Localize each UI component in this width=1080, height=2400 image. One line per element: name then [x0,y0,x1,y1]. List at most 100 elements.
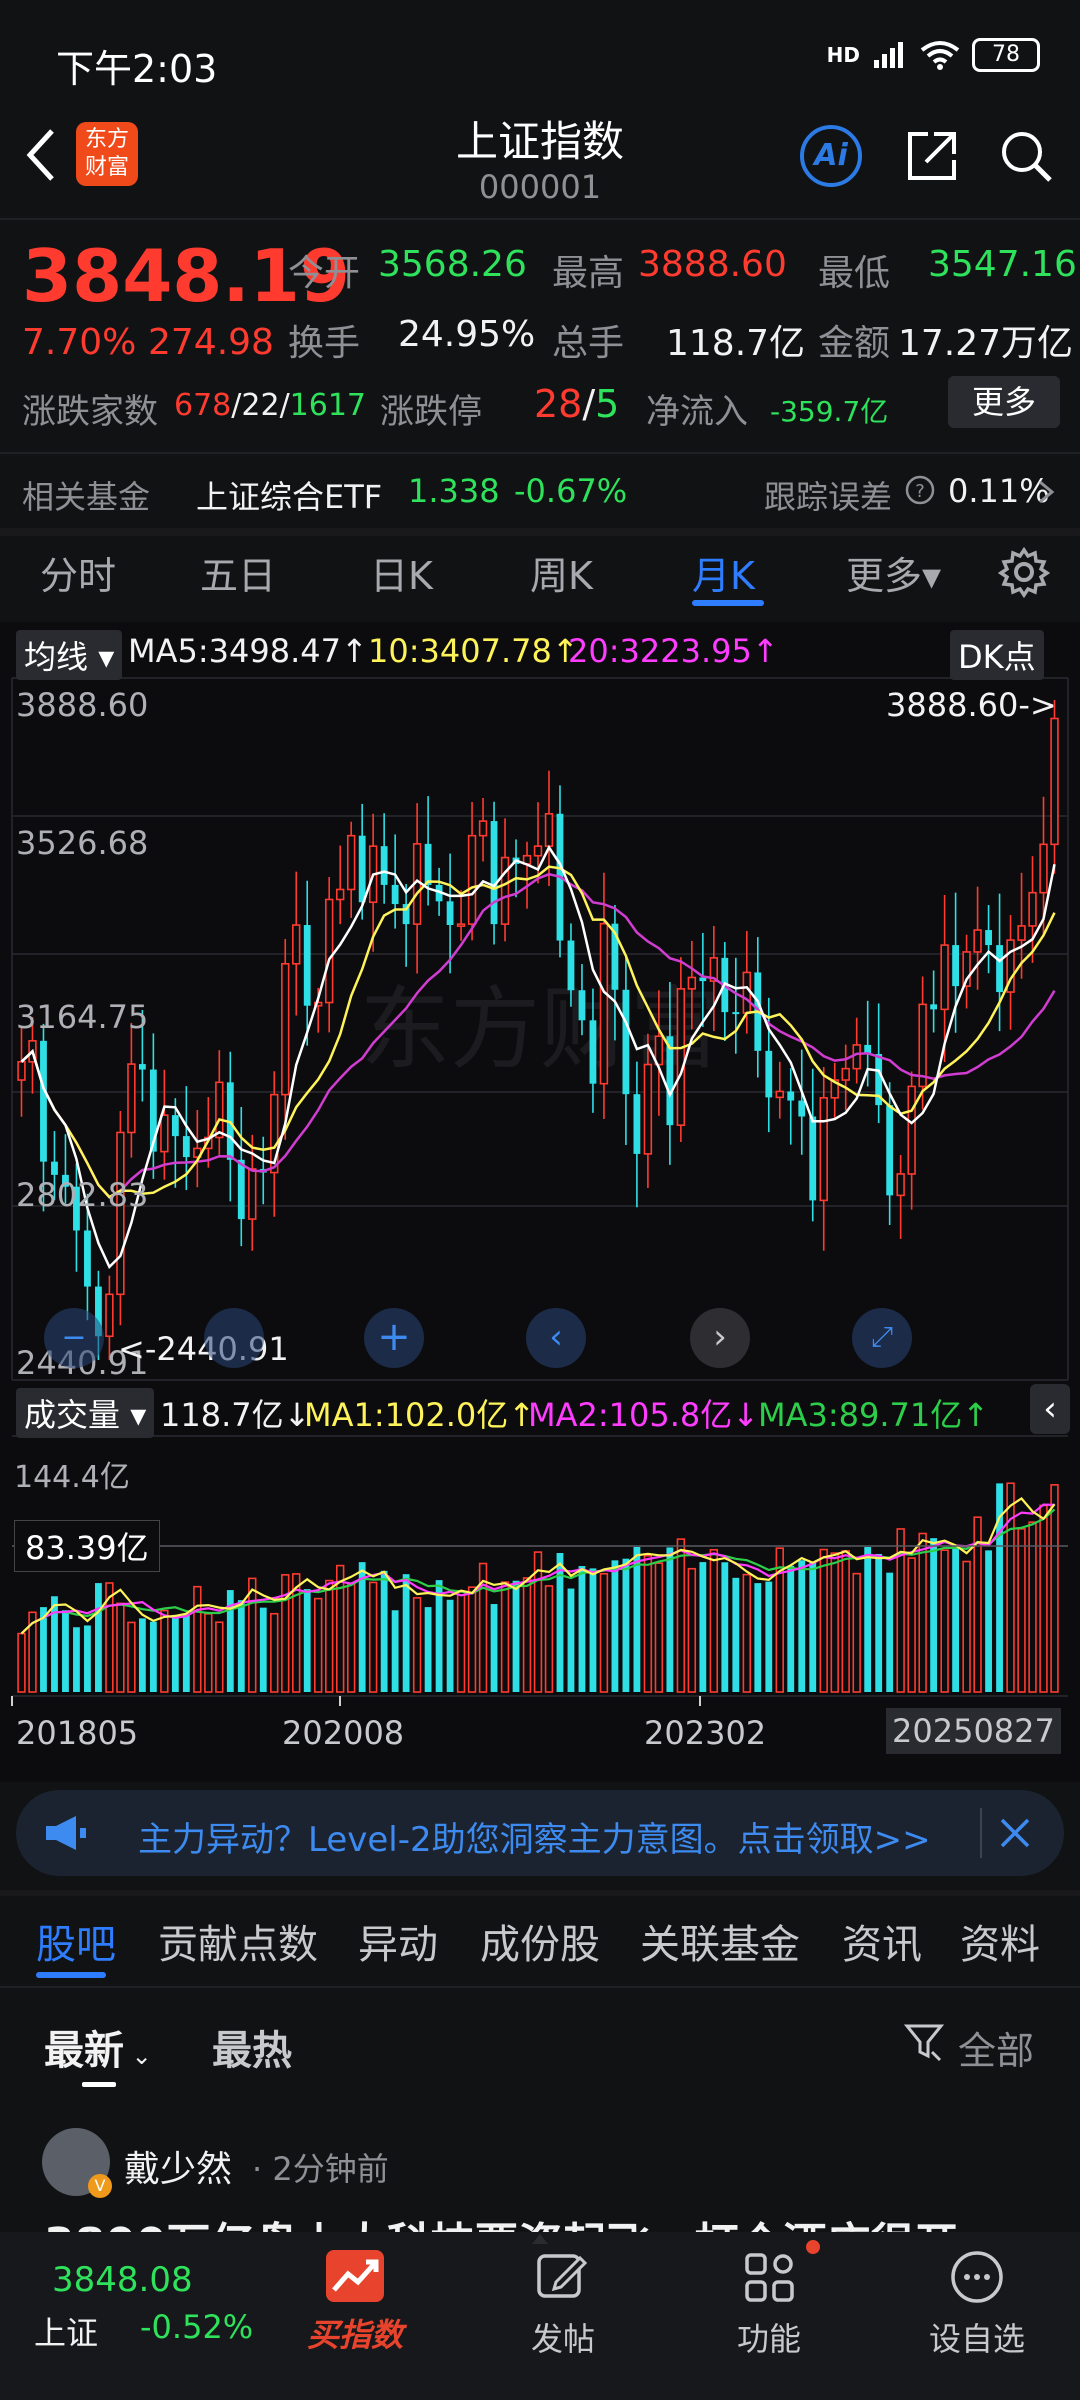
buy-index-icon[interactable] [326,2250,384,2302]
sort-hot[interactable]: 最热 [212,2018,292,2076]
nav-functions[interactable]: 功能 [694,2314,844,2360]
grid-functions-icon[interactable] [744,2252,796,2304]
ai-button[interactable]: Ai [800,125,862,187]
tab-profile[interactable]: 资料 [960,1912,1040,1970]
dk-point-button[interactable]: DK点 [950,630,1044,680]
volume-bar [237,1600,245,1692]
settings-gear-icon[interactable] [998,546,1050,598]
kline-chart[interactable]: 东方财富 [0,622,1080,1782]
volume-crosshair-label: 83.39亿 [14,1520,160,1572]
amount-label: 金额 [818,323,891,364]
ticker-price[interactable]: 3848.08 [52,2260,193,2300]
chevron-right-icon[interactable] [1036,478,1056,506]
scroll-left-button[interactable]: ‹ [526,1308,586,1368]
banner-text[interactable]: 主力异动？Level-2助您洞察主力意图。点击领取>> [138,1812,931,1861]
tab-week-k[interactable]: 周K [530,545,593,600]
change-percent: 7.70% [22,322,137,363]
candle-body [292,924,301,965]
candle-body [633,1094,641,1154]
volume-bar [864,1547,872,1692]
volume-bar [193,1585,202,1693]
nav-post[interactable]: 发帖 [488,2314,638,2360]
watermark: 东方财富 [360,977,720,1082]
more-circle-icon[interactable] [950,2250,1004,2304]
volume-bar [456,1591,466,1693]
fund-name[interactable]: 上证综合ETF [196,472,382,518]
candle-body [500,856,510,925]
y-label-2: 3526.68 [16,824,149,862]
nav-buy-index[interactable]: 买指数 [280,2310,430,2356]
volume-bar [160,1609,169,1693]
candle-body [841,1067,850,1081]
help-icon[interactable]: ? [904,474,936,506]
volume-bar [116,1602,125,1693]
sort-latest-label: 最新 [44,2028,124,2074]
collapse-indicator-button[interactable]: ‹ [1030,1384,1070,1434]
tab-minute[interactable]: 分时 [40,545,116,600]
search-icon[interactable] [998,128,1054,184]
y-label-4: 2802.83 [16,1176,149,1214]
volume-bar [940,1549,949,1693]
volume-bar [358,1562,366,1692]
share-icon[interactable] [904,128,960,184]
x-label-current: 20250827 [886,1708,1061,1754]
ticker-name[interactable]: 上证 [34,2308,98,2354]
tab-five-day[interactable]: 五日 [200,545,276,600]
zoom-button-2[interactable] [204,1308,264,1368]
fullscreen-icon[interactable]: ⤢ [852,1308,912,1368]
tab-contribution[interactable]: 贡献点数 [158,1912,318,1970]
volume-bar [578,1566,586,1692]
volume-bar [270,1612,279,1693]
candle-body [809,1116,817,1201]
wifi-icon [920,41,960,70]
y-label-3: 3164.75 [16,998,149,1036]
volume-bar [51,1596,58,1692]
filter-all[interactable]: 全部 [958,2020,1034,2075]
tab-more[interactable]: 更多▾ [846,545,941,600]
tab-related-funds[interactable]: 关联基金 [640,1912,800,1970]
volume-bar [182,1614,190,1692]
compose-post-icon[interactable] [536,2250,588,2302]
section-tab-underline [36,1972,106,1978]
zoom-out-button[interactable]: − [44,1308,104,1368]
filter-icon[interactable] [904,2022,944,2062]
volume-bar [512,1580,520,1692]
post-author[interactable]: 戴少然 [124,2140,232,2192]
candle-body [676,988,686,1126]
open-label: 今开 [288,253,361,294]
candle-body [589,1020,597,1084]
vol-chip-label: 成交量 [24,1396,121,1434]
tab-constituents[interactable]: 成份股 [480,1912,600,1970]
sort-latest[interactable]: 最新 ⌄ [44,2018,152,2076]
volume-selector[interactable]: 成交量 ▾ [16,1388,155,1438]
notification-dot [806,2240,820,2254]
volume-bar [918,1532,927,1693]
volume-bar [490,1604,498,1692]
scroll-right-button[interactable]: › [690,1308,750,1368]
candle-body [1039,843,1048,894]
volume-bar [721,1562,729,1692]
candle-body [886,1105,894,1196]
tab-news[interactable]: 资讯 [842,1912,922,1970]
nav-add-watchlist[interactable]: 设自选 [902,2314,1052,2360]
volume-bar [467,1586,477,1693]
tab-day-k[interactable]: 日K [370,545,433,600]
volume-bar [435,1580,443,1692]
ticker-pct[interactable]: -0.52% [140,2308,253,2346]
candle-body [896,1173,905,1197]
ma-selector[interactable]: 均线 ▾ [16,630,123,680]
status-icons: HD 78 [827,38,1040,72]
tab-month-k[interactable]: 月K [692,545,755,600]
candle-body [138,1064,146,1070]
tab-guba[interactable]: 股吧 [36,1912,116,1970]
netflow-value: -359.7亿 [770,395,889,428]
close-icon[interactable] [998,1816,1032,1850]
zoom-in-button[interactable]: + [364,1308,424,1368]
candle-body [599,922,609,1085]
candle-body [775,1090,784,1099]
more-button[interactable]: 更多 [948,376,1060,428]
candle-body [973,929,982,953]
tab-movement[interactable]: 异动 [358,1912,438,1970]
candle-body [1017,925,1026,941]
candle-body [248,1168,257,1220]
